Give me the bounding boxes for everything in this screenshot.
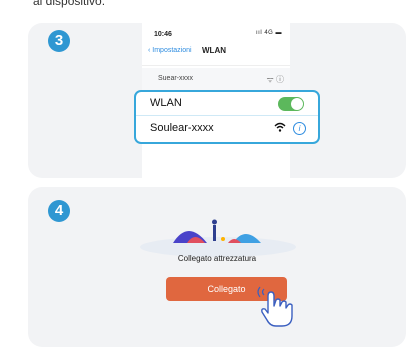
step-4-badge: 4: [48, 200, 70, 222]
network-icons-small: ᯤ ⓘ: [266, 75, 284, 84]
step-4-panel: 4 Collegato attrezzatura Collegato: [28, 187, 406, 347]
network-name-small: Suear-xxxx: [158, 75, 194, 82]
status-icons: ııl 4G ▬: [255, 30, 282, 36]
wlan-toggle-row: WLAN: [136, 92, 318, 116]
connected-illustration: [140, 219, 296, 257]
intro-text: al dispositivo.: [33, 0, 106, 8]
info-icon[interactable]: i: [293, 122, 306, 135]
network-row-background[interactable]: Suear-xxxx ᯤ ⓘ: [142, 68, 290, 90]
toggle-knob: [291, 98, 303, 110]
network-name: Soulear-xxxx: [150, 122, 214, 134]
status-time: 10:46: [154, 31, 172, 38]
wlan-toggle[interactable]: [278, 97, 304, 111]
wifi-icon: [274, 122, 286, 135]
wlan-label: WLAN: [150, 97, 182, 109]
step-3-panel: 3 10:46 ııl 4G ▬ ‹ Impostazioni WLAN Sue…: [28, 23, 406, 178]
step-3-badge: 3: [48, 30, 70, 52]
network-row[interactable]: Soulear-xxxx i: [136, 116, 318, 142]
nav-divider: [142, 65, 290, 66]
nav-title: WLAN: [202, 46, 226, 55]
wlan-zoom-card: WLAN Soulear-xxxx i: [134, 90, 320, 144]
hand-pointer-icon: [257, 286, 293, 327]
back-link[interactable]: ‹ Impostazioni: [148, 47, 192, 54]
connected-status-label: Collegato attrezzatura: [177, 254, 257, 263]
